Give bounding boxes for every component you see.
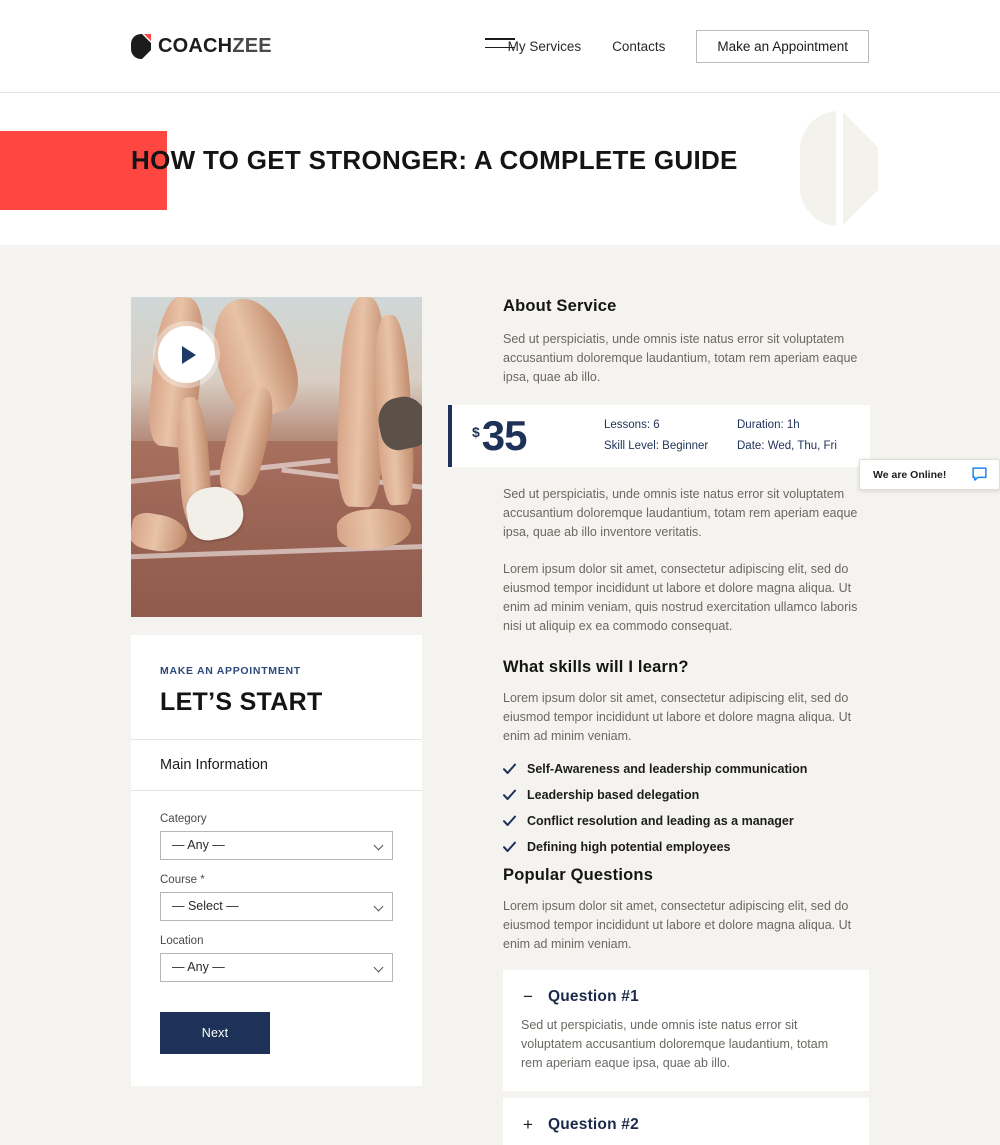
check-icon — [503, 789, 516, 802]
appointment-form-body: Category — Any — Course * — Select — Loc… — [131, 791, 422, 1086]
field-label-course: Course * — [160, 874, 393, 886]
meta-label: Duration: — [737, 419, 784, 431]
appointment-form: MAKE AN APPOINTMENT LET’S START Main Inf… — [131, 635, 422, 1086]
list-item: Defining high potential employees — [503, 840, 869, 854]
about-service-paragraph-2: Lorem ipsum dolor sit amet, consectetur … — [503, 562, 858, 633]
price-card: $ 35 Lessons: 6 Skill Level: Beginner Du… — [448, 405, 870, 467]
skills-list: Self-Awareness and leadership communicat… — [503, 762, 869, 854]
course-select[interactable]: — Select — — [160, 892, 393, 921]
course-video[interactable] — [131, 297, 422, 617]
site-header: COACHZEE My Services Contacts Make an Ap… — [0, 0, 1000, 93]
faq-answer: Sed ut perspiciatis, unde omnis iste nat… — [521, 1018, 829, 1070]
price-currency: $ — [472, 424, 480, 440]
faq-question: Question #1 — [548, 988, 639, 1005]
about-service-intro: Sed ut perspiciatis, unde omnis iste nat… — [503, 332, 858, 384]
field-location: Location — Any — — [160, 935, 393, 982]
about-service-heading: About Service — [503, 297, 617, 315]
meta-lessons: Lessons: 6 — [604, 415, 737, 436]
location-select[interactable]: — Any — — [160, 953, 393, 982]
faq-item-header[interactable]: + Question #2 — [521, 1116, 849, 1134]
category-select[interactable]: — Any — — [160, 831, 393, 860]
service-meta: Lessons: 6 Skill Level: Beginner Duratio… — [604, 415, 870, 457]
meta-label: Lessons: — [604, 419, 651, 431]
label-text: Category — [160, 813, 207, 825]
logo-text-light: ZEE — [232, 35, 272, 57]
main-content: MAKE AN APPOINTMENT LET’S START Main Inf… — [0, 245, 1000, 1145]
list-item-label: Conflict resolution and leading as a man… — [527, 814, 794, 828]
make-an-appointment-button[interactable]: Make an Appointment — [696, 30, 869, 63]
label-text: Course — [160, 874, 198, 886]
list-item: Conflict resolution and leading as a man… — [503, 814, 869, 828]
check-icon — [503, 763, 516, 776]
form-kicker: MAKE AN APPOINTMENT — [160, 665, 301, 677]
about-service-paragraph-1: Sed ut perspiciatis, unde omnis iste nat… — [503, 487, 858, 539]
list-item-label: Leadership based delegation — [527, 788, 700, 802]
faq-item[interactable]: + Question #2 — [503, 1098, 869, 1145]
meta-label: Skill Level: — [604, 440, 659, 452]
faq-item-header[interactable]: − Question #1 — [521, 988, 849, 1006]
hero-watermark-c-icon — [800, 111, 878, 226]
skills-intro: Lorem ipsum dolor sit amet, consectetur … — [503, 691, 852, 743]
field-category: Category — Any — — [160, 813, 393, 860]
meta-value: 6 — [653, 419, 660, 431]
check-icon — [503, 815, 516, 828]
site-logo[interactable]: COACHZEE — [131, 33, 272, 59]
meta-date: Date: Wed, Thu, Fri — [737, 436, 870, 457]
hero-banner: HOW TO GET STRONGER: A COMPLETE GUIDE — [0, 93, 1000, 245]
logo-text-strong: COACH — [158, 35, 233, 57]
price-value: 35 — [481, 412, 528, 459]
page-title: HOW TO GET STRONGER: A COMPLETE GUIDE — [131, 145, 738, 175]
skills-heading: What skills will I learn? — [503, 658, 689, 676]
logo-wordmark: COACHZEE — [158, 36, 272, 56]
meta-value: Wed, Thu, Fri — [767, 440, 837, 452]
list-item-label: Self-Awareness and leadership communicat… — [527, 762, 808, 776]
price-amount: $ 35 — [464, 415, 604, 457]
right-column: About Service Sed ut perspiciatis, unde … — [448, 297, 870, 1145]
list-item: Leadership based delegation — [503, 788, 869, 802]
meta-value: 1h — [786, 419, 800, 431]
check-icon — [503, 841, 516, 854]
form-section-label: Main Information — [131, 740, 422, 791]
plus-icon: + — [523, 1115, 533, 1134]
required-marker: * — [200, 874, 205, 886]
faq-intro: Lorem ipsum dolor sit amet, consectetur … — [503, 899, 852, 951]
chat-widget-label: We are Online! — [873, 468, 947, 481]
chat-bubble-icon[interactable] — [972, 467, 987, 482]
left-column: MAKE AN APPOINTMENT LET’S START Main Inf… — [131, 297, 422, 1086]
faq-heading: Popular Questions — [503, 866, 654, 884]
faq-question: Question #2 — [548, 1116, 639, 1133]
next-button[interactable]: Next — [160, 1012, 270, 1054]
faq-accordion: − Question #1 Sed ut perspiciatis, unde … — [503, 970, 869, 1145]
page-root: COACHZEE My Services Contacts Make an Ap… — [0, 0, 1000, 1145]
field-label-category: Category — [160, 813, 393, 825]
meta-skill-level: Skill Level: Beginner — [604, 436, 737, 457]
list-item: Self-Awareness and leadership communicat… — [503, 762, 869, 776]
minus-icon: − — [523, 987, 533, 1006]
nav-item-my-services[interactable]: My Services — [508, 30, 582, 63]
form-title: LET’S START — [160, 688, 323, 716]
chat-widget[interactable]: We are Online! — [859, 459, 1000, 490]
field-label-location: Location — [160, 935, 393, 947]
appointment-form-header: MAKE AN APPOINTMENT LET’S START — [131, 635, 422, 740]
field-course: Course * — Select — — [160, 874, 393, 921]
play-icon[interactable] — [158, 326, 215, 383]
label-text: Location — [160, 935, 204, 947]
primary-nav: My Services Contacts Make an Appointment — [508, 30, 869, 63]
coachzee-c-mark-icon — [131, 33, 151, 59]
nav-item-contacts[interactable]: Contacts — [612, 30, 665, 63]
faq-item[interactable]: − Question #1 Sed ut perspiciatis, unde … — [503, 970, 869, 1091]
meta-duration: Duration: 1h — [737, 415, 870, 436]
list-item-label: Defining high potential employees — [527, 840, 731, 854]
meta-value: Beginner — [662, 440, 709, 452]
meta-label: Date: — [737, 440, 765, 452]
